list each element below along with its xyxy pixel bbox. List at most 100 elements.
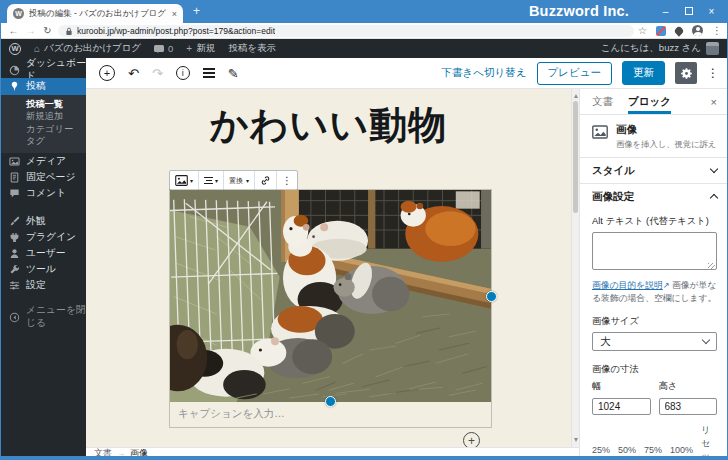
profile-avatar-icon[interactable] [692,25,703,36]
height-field-group: 高さ [659,380,718,415]
wp-logo-menu[interactable]: W [9,43,21,55]
browser-window: W 投稿の編集 - バズのお出かけブログ × + Buzzword Inc. –… [0,0,728,460]
align-button[interactable]: ▾ [199,171,224,190]
settings-gear-button[interactable] [675,62,697,84]
window-bottom-frame [1,456,727,459]
link-button[interactable] [255,171,277,190]
bookmark-star-icon[interactable]: ☆ [638,25,647,36]
forward-icon[interactable]: → [22,25,39,36]
settings-sliders-icon [9,280,20,291]
more-icon: ⋮ [282,175,292,186]
sidebar-item-settings[interactable]: 設定 [1,277,86,293]
percent-75-button[interactable]: 75% [644,445,662,455]
sidebar-item-users[interactable]: ユーザー [1,245,86,261]
canvas-scrollbar[interactable] [571,89,579,447]
submenu-add-new[interactable]: 新規追加 [1,111,86,124]
maximize-icon [685,7,693,15]
posts-pin-icon [9,81,20,92]
preview-button[interactable]: プレビュー [537,62,612,85]
tab-close-icon[interactable]: × [172,9,177,19]
alt-text-textarea[interactable] [592,232,717,270]
content-structure-icon[interactable]: i [176,66,190,80]
style-section-label: スタイル [592,164,635,178]
submenu-categories[interactable]: カテゴリー [1,123,86,136]
percent-50-button[interactable]: 50% [618,445,636,455]
change-block-type-button[interactable]: ▾ [170,171,199,190]
comments-bubble-icon [154,45,164,52]
style-section-header[interactable]: スタイル [580,157,728,183]
replace-button[interactable]: 置換 ▾ [224,171,255,190]
align-icon [204,177,213,184]
sidebar-item-posts[interactable]: 投稿 [1,78,86,95]
sidebar-label: 設定 [26,279,46,292]
sidebar-item-pages[interactable]: 固定ページ [1,169,86,185]
resize-handle-bottom[interactable] [325,396,336,407]
external-link-icon: ↗ [663,281,670,290]
nav-icons: ← → ↻ [5,23,56,38]
tab-block[interactable]: ブロック [628,89,671,114]
editor-canvas: かわいい動物 ▾ ▾ 置換 ▾ ⋮ [86,89,571,447]
sidebar-item-plugins[interactable]: プラグイン [1,229,86,245]
browser-tab[interactable]: W 投稿の編集 - バズのお出かけブログ × [7,4,183,23]
height-input[interactable] [659,398,718,415]
minimize-button[interactable]: – [654,1,677,21]
post-title-heading[interactable]: かわいい動物 [86,100,571,151]
image-settings-section-header[interactable]: 画像設定 [580,183,728,209]
sidebar-item-tools[interactable]: ツール [1,261,86,277]
close-button[interactable]: × [700,1,723,21]
undo-icon[interactable]: ↶ [128,67,139,80]
tab-document[interactable]: 文書 [592,89,613,114]
image-size-label: 画像サイズ [592,315,717,328]
view-post-menu[interactable]: 投稿を表示 [228,42,276,55]
sidebar-item-dashboard[interactable]: ダッシュボード [1,62,86,78]
sidebar-label: メディア [26,155,66,168]
width-input[interactable] [592,398,651,415]
browser-menu-icon[interactable]: ⋮ [712,25,722,36]
image-block-icon [175,175,188,186]
block-more-options-button[interactable]: ⋮ [277,171,297,190]
reset-button[interactable]: リセット [701,424,717,460]
back-icon[interactable]: ← [5,25,22,36]
admin-bar-account[interactable]: こんにちは、buzz さん [601,42,719,55]
maximize-button[interactable] [677,1,700,21]
scroll-up-arrow-icon[interactable] [574,92,578,98]
submenu-tags[interactable]: タグ [1,136,86,149]
new-label: 新規 [196,42,215,55]
panel-close-icon[interactable]: × [711,89,717,114]
resize-handle-right[interactable] [486,291,497,302]
new-content-menu[interactable]: + 新規 [186,42,215,55]
wp-sidebar-menu: ダッシュボード 投稿 投稿一覧 新規追加 カテゴリー タグ メディア 固定ページ… [1,58,86,458]
sidebar-item-appearance[interactable]: 外観 [1,213,86,229]
browser-titlebar: W 投稿の編集 - バズのお出かけブログ × + Buzzword Inc. –… [1,1,727,23]
plugins-icon [9,232,20,243]
image-size-select[interactable]: 大 [592,332,717,351]
percent-100-button[interactable]: 100% [670,445,693,455]
comments-menu[interactable]: 0 [154,43,173,54]
edit-pencil-icon[interactable]: ✎ [228,67,239,80]
submenu-all-posts[interactable]: 投稿一覧 [1,98,86,111]
more-options-icon[interactable]: ⋮ [707,66,719,80]
extension-icon[interactable] [656,26,666,36]
block-navigation-icon[interactable] [203,68,215,78]
scroll-down-arrow-icon[interactable] [574,438,578,444]
plus-icon: + [186,43,192,54]
redo-icon[interactable]: ↷ [152,67,163,80]
scrollbar-thumb[interactable] [573,101,578,213]
sidebar-item-comments[interactable]: コメント [1,185,86,201]
switch-to-draft-link[interactable]: 下書きへ切り替え [442,66,527,80]
guinea-pigs-photo[interactable] [170,190,491,402]
block-inserter-button[interactable]: + [99,65,115,81]
add-block-button[interactable]: + [463,432,480,447]
site-name-menu[interactable]: ⌂ バズのお出かけブログ [34,42,141,55]
url-bar[interactable]: kuroobi.jp/wp-admin/post.php?post=179&ac… [58,25,634,37]
describe-image-purpose-link[interactable]: 画像の目的を説明 [592,280,663,290]
refresh-icon[interactable]: ↻ [39,25,56,36]
extensions-pin-icon[interactable] [673,25,684,36]
image-block[interactable]: キャプションを入力… [169,189,492,428]
percent-25-button[interactable]: 25% [592,445,610,455]
sidebar-collapse-menu[interactable]: メニューを閉じる [1,309,86,325]
sidebar-item-media[interactable]: メディア [1,153,86,169]
update-button[interactable]: 更新 [622,61,665,85]
link-icon [260,175,271,186]
new-tab-button[interactable]: + [193,4,200,18]
